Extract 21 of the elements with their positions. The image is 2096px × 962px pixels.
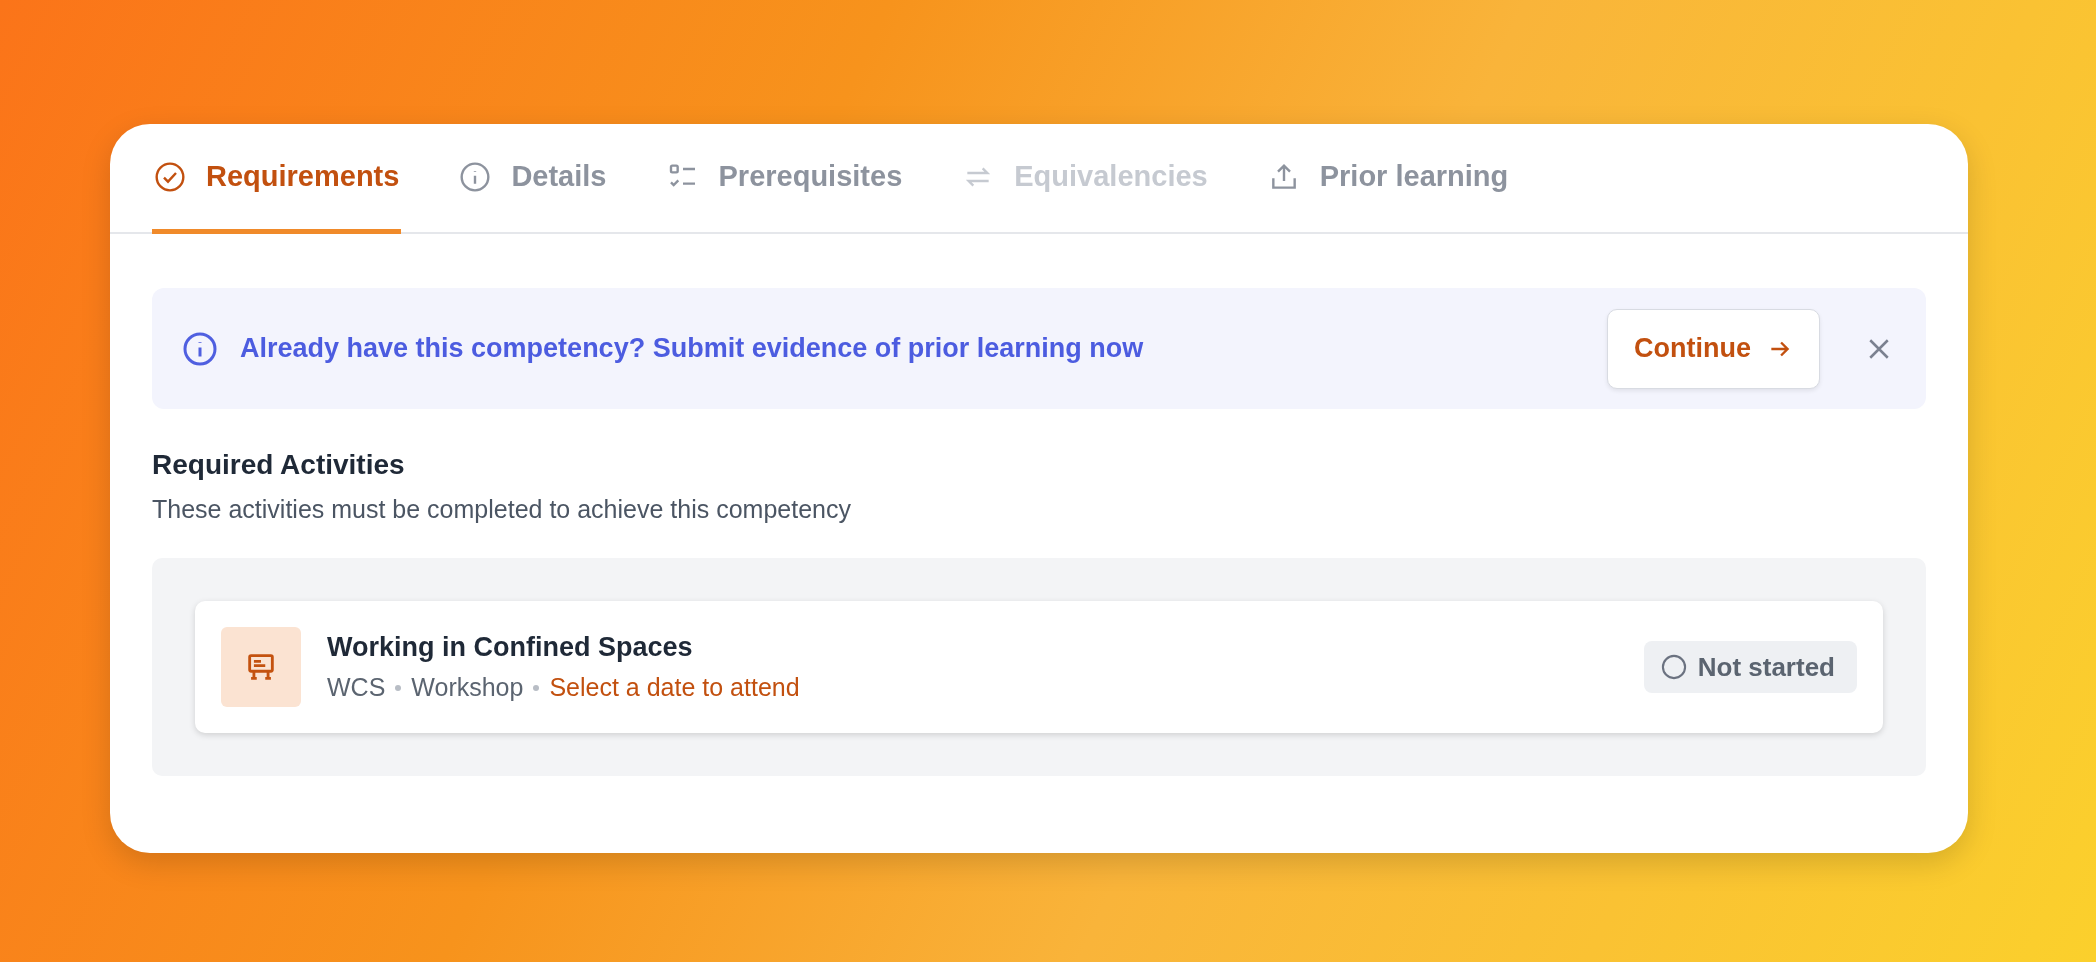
tab[interactable]: Prerequisites <box>664 124 905 234</box>
activity-code: WCS <box>327 673 386 702</box>
info-icon <box>459 160 492 193</box>
empty-circle-icon <box>1659 653 1688 681</box>
activity-card[interactable]: Working in Confined Spaces WCS Workshop Select a date to attend Not started <box>195 601 1883 733</box>
separator-dot <box>533 684 540 691</box>
tab[interactable]: Prior learning <box>1265 124 1511 234</box>
continue-button[interactable]: Continue <box>1607 308 1820 389</box>
section-title: Required Activities <box>152 449 406 481</box>
status-text: Not started <box>1697 651 1835 683</box>
select-date-link[interactable]: Select a date to attend <box>549 673 800 702</box>
check-circle-icon <box>154 160 186 193</box>
separator-dot <box>395 684 402 691</box>
activity-type: Workshop <box>411 673 524 702</box>
info-icon <box>182 330 218 367</box>
banner-message: Already have this competency? Submit evidence of prior learning now <box>240 333 1145 364</box>
activity-title: Working in Confined Spaces <box>327 632 694 663</box>
tab[interactable]: Requirements <box>152 124 402 234</box>
section-subtitle: These activities must be completed to achieve this competency <box>152 495 852 524</box>
presentation-board-icon <box>221 627 301 707</box>
tab[interactable]: Details <box>457 124 609 234</box>
